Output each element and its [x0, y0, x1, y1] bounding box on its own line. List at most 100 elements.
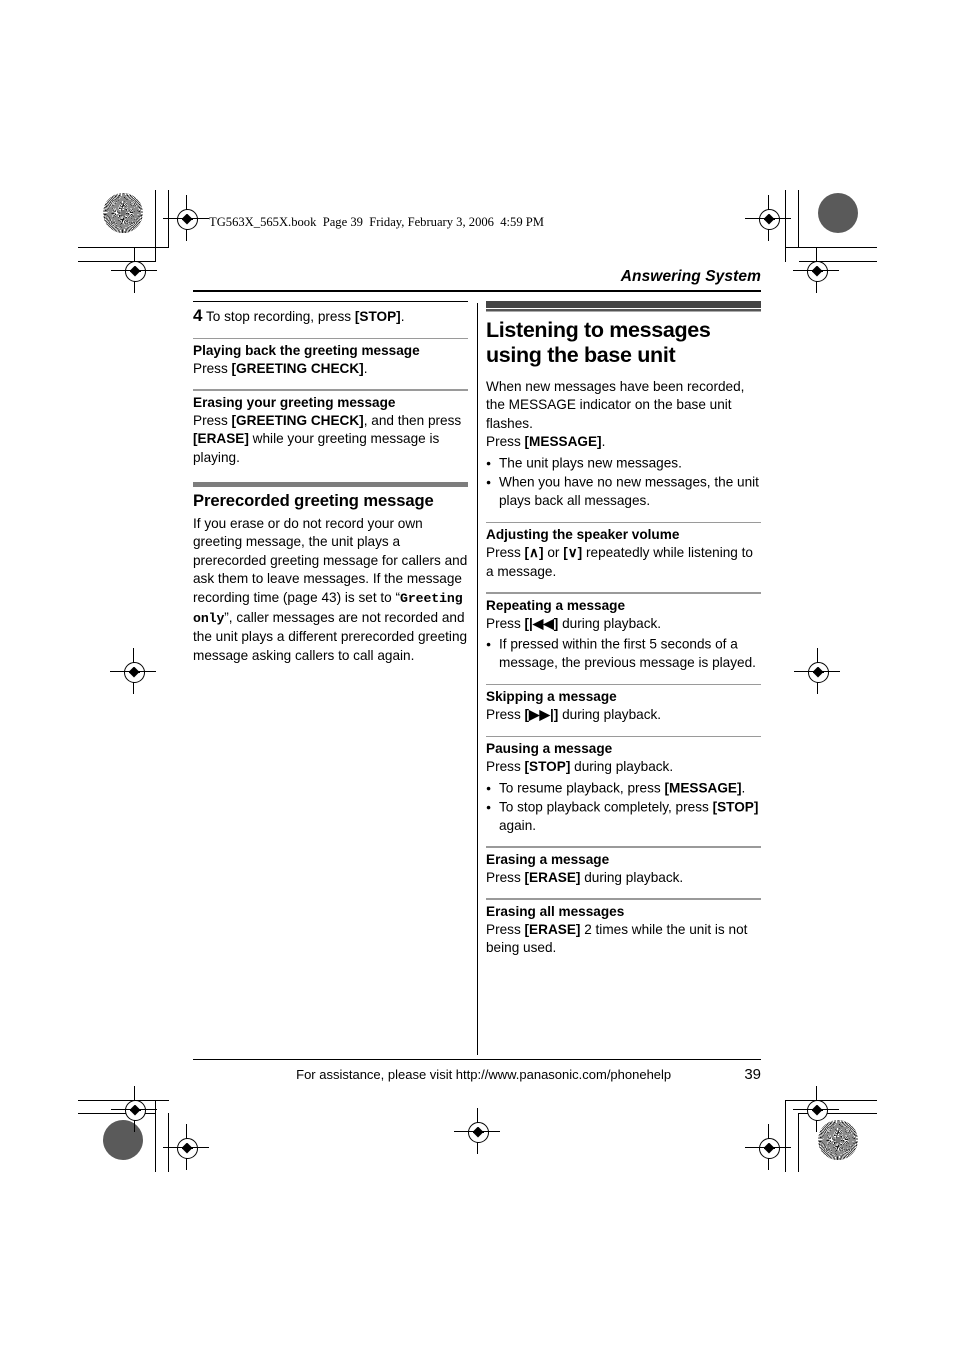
page-number: 39 [744, 1066, 761, 1084]
para-repeating-a-message: Press [|◀◀] during playback. [486, 615, 761, 634]
key-volume-down: [∨] [563, 545, 583, 561]
key-greeting-check-1: [GREETING CHECK] [231, 360, 364, 376]
press-label-erase-1: Press [486, 869, 525, 885]
press-label-message: Press [486, 434, 525, 450]
running-head: Answering System [620, 268, 761, 285]
footer-assistance-text: For assistance, please visit http://www.… [296, 1067, 672, 1083]
list-item: To resume playback, press [MESSAGE]. [486, 779, 761, 798]
registration-cross-left-upper [111, 247, 157, 293]
heading-adjusting-speaker-volume: Adjusting the speaker volume [486, 527, 680, 543]
registration-cross-top-right [745, 195, 791, 241]
para-erasing-a-message: Press [ERASE] during playback. [486, 869, 761, 888]
registration-cross-bottom-left [111, 1086, 157, 1132]
para-pausing-a-message: Press [STOP] during playback. [486, 758, 761, 777]
footer-row: For assistance, please visit http://www.… [193, 1066, 761, 1083]
registration-cross-bottom-center [454, 1108, 500, 1154]
step-number: 4 [193, 305, 203, 325]
registration-dot-top-left [103, 193, 143, 233]
heading-erasing-your-greeting: Erasing your greeting message [193, 394, 396, 410]
crop-rule-tr-v2 [798, 190, 800, 248]
press-label-ff: Press [486, 707, 525, 723]
page-footer: For assistance, please visit http://www.… [193, 1059, 761, 1083]
rule-above-adjusting-volume [486, 521, 761, 524]
press-label-rew: Press [486, 615, 525, 631]
para-skipping-a-message: Press [▶▶|] during playback. [486, 706, 761, 725]
bullet-list-repeating: If pressed within the first 5 seconds of… [486, 635, 761, 673]
period-message: . [601, 434, 606, 450]
para-erasing-your-greeting: Press [GREETING CHECK], and then press [… [193, 412, 468, 468]
registration-cross-right-middle [794, 648, 840, 694]
key-rewind: [|◀◀] [524, 615, 559, 631]
running-head-rule [193, 290, 761, 292]
bar-above-major-heading [486, 300, 761, 309]
bullet-list-intro: The unit plays new messages. When you ha… [486, 454, 761, 511]
rule-above-erasing-message [486, 846, 761, 848]
para-listening-intro: When new messages have been recorded, th… [486, 378, 745, 431]
registration-cross-top-left [163, 195, 209, 241]
registration-cross-right-lower [745, 1124, 791, 1170]
resume-pre-text: To resume playback, press [499, 780, 665, 796]
press-label-vol: Press [486, 545, 525, 561]
or-label-vol: or [543, 545, 564, 561]
list-item: If pressed within the first 5 seconds of… [486, 635, 761, 673]
press-label-2: Press [193, 412, 232, 428]
registration-cross-left-lower [163, 1124, 209, 1170]
heading-prerecorded-greeting: Prerecorded greeting message [193, 490, 434, 510]
rule-above-pausing-message [486, 735, 761, 737]
rule-above-skipping-message [486, 683, 761, 686]
step-text-after: . [400, 308, 405, 324]
rew-tail-text: during playback. [558, 615, 662, 631]
press-label-pause: Press [486, 759, 525, 774]
para-adjusting-speaker-volume: Press [∧] or [∨] repeatedly while listen… [486, 544, 761, 581]
para-prerecorded-greeting: If you erase or do not record your own g… [193, 515, 468, 666]
resume-post-text: . [741, 780, 746, 796]
key-greeting-check-2: [GREETING CHECK] [231, 412, 364, 428]
key-message-2: [MESSAGE] [664, 780, 742, 796]
stopplay-pre-text: To stop playback completely, press [499, 799, 713, 815]
list-item: The unit plays new messages. [486, 454, 761, 473]
heading-erasing-all-messages: Erasing all messages [486, 903, 625, 919]
rule-above-erasing-all-messages [486, 898, 761, 900]
and-then-press-text: , and then press [363, 412, 462, 428]
registration-cross-bottom-right [793, 1086, 839, 1132]
step-text-before: To stop recording, press [206, 308, 355, 324]
ff-tail-text: during playback. [558, 707, 662, 723]
book-file-header: TG563X_565X.book Page 39 Friday, Februar… [209, 215, 544, 229]
two-column-layout: 4 To stop recording, press [STOP]. Playi… [193, 300, 761, 1055]
key-erase-2: [ERASE] [524, 869, 581, 885]
page-content: Answering System 4 To stop recording, pr… [193, 268, 761, 1088]
heading-repeating-a-message: Repeating a message [486, 597, 626, 613]
key-fast-forward: [▶▶|] [524, 707, 559, 723]
registration-cross-left-middle [110, 648, 156, 694]
erase-tail-text-1: during playback. [580, 869, 684, 885]
right-column: Listening to messages using the base uni… [486, 300, 761, 958]
key-erase-1: [ERASE] [193, 431, 249, 447]
rule-above-repeating-message [486, 592, 761, 594]
registration-dot-top-right [818, 193, 858, 233]
press-label-1: Press [193, 360, 232, 376]
column-gutter [468, 301, 486, 1055]
step-4: 4 To stop recording, press [STOP]. [193, 305, 468, 327]
pause-tail-text: during playback. [570, 759, 674, 774]
column-divider-line [477, 302, 479, 1055]
rule-above-playing-back [193, 337, 468, 339]
heading-erasing-a-message: Erasing a message [486, 851, 610, 867]
para-playing-back-greeting: Press [GREETING CHECK]. [193, 360, 468, 379]
para-press-message: Press [MESSAGE]. [486, 433, 761, 452]
period-1: . [363, 360, 368, 376]
key-erase-3: [ERASE] [524, 921, 581, 937]
key-stop-2: [STOP] [712, 799, 759, 815]
para-erasing-all-messages: Press [ERASE] 2 times while the unit is … [486, 921, 761, 958]
left-column-top-rule [193, 300, 468, 302]
key-stop: [STOP] [354, 308, 401, 324]
heading-pausing-a-message: Pausing a message [486, 741, 613, 756]
press-label-erase-2: Press [486, 921, 525, 937]
key-stop-pause: [STOP] [524, 759, 571, 774]
left-column: 4 To stop recording, press [STOP]. Playi… [193, 300, 468, 958]
heading-listening-to-messages: Listening to messages using the base uni… [486, 317, 711, 368]
list-item: When you have no new messages, the unit … [486, 473, 761, 511]
rule-above-erasing-greeting [193, 389, 468, 391]
registration-cross-right-upper [793, 247, 839, 293]
key-message-1: [MESSAGE] [524, 434, 602, 450]
bar-above-prerecorded [193, 481, 468, 487]
